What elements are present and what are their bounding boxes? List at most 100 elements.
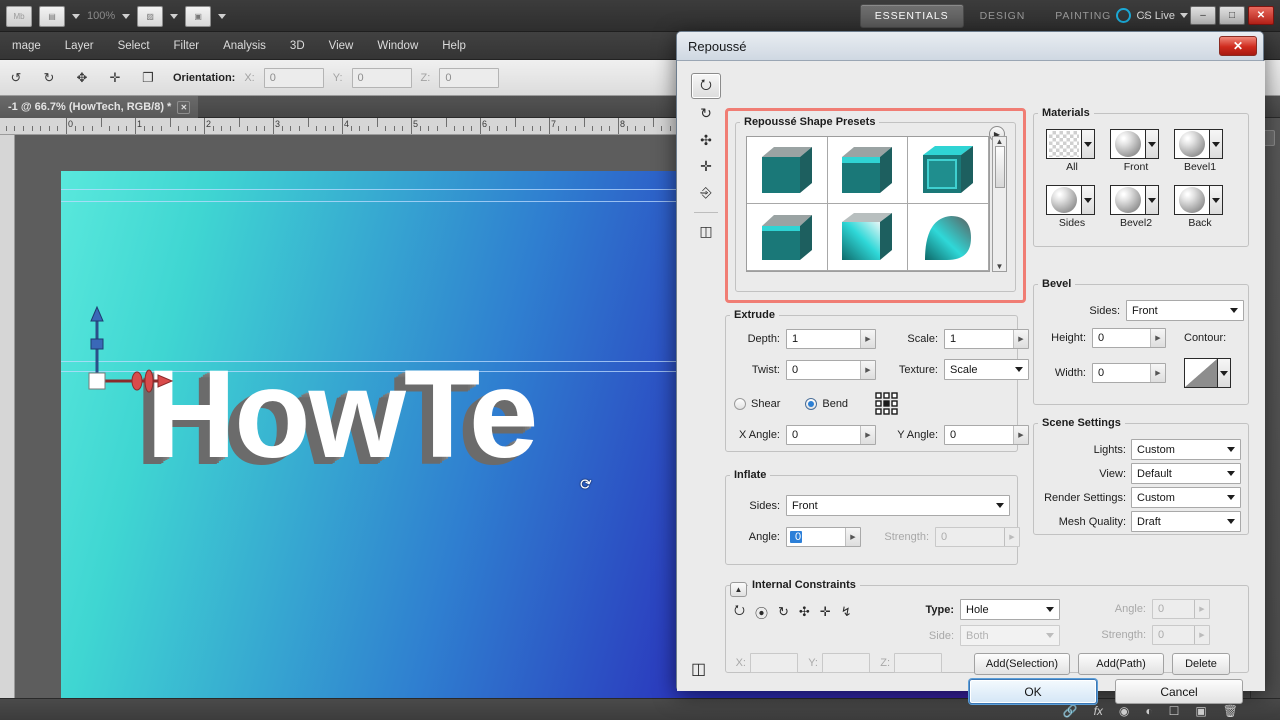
chevron-down-icon[interactable]	[218, 13, 227, 19]
material-sides[interactable]: Sides	[1046, 185, 1098, 229]
workspace-tab-essentials[interactable]: ESSENTIALS	[859, 4, 964, 28]
arrange-documents-button[interactable]: ▣	[185, 5, 212, 27]
scale-value[interactable]: 1	[945, 333, 1013, 345]
orientation-z-input[interactable]: 0	[439, 67, 500, 88]
y-angle-value[interactable]: 0	[945, 429, 1013, 441]
mesh-rotate-tool-icon[interactable]: ⭮	[691, 73, 721, 99]
layer-mask-icon[interactable]: ◉	[1119, 704, 1129, 718]
depth-value[interactable]: 1	[787, 333, 860, 345]
stepper-arrow-icon[interactable]: ▶	[1013, 426, 1028, 444]
anchor-point-grid-icon[interactable]	[874, 391, 900, 417]
add-path-button[interactable]: Add(Path)	[1078, 653, 1164, 675]
x-angle-stepper[interactable]: 0 ▶	[786, 425, 876, 445]
new-layer-icon[interactable]: ▣	[1195, 704, 1206, 718]
preset-item[interactable]	[908, 204, 989, 271]
vertical-ruler[interactable]	[0, 135, 15, 705]
chevron-down-icon[interactable]	[1146, 129, 1159, 159]
material-swatch[interactable]	[1110, 129, 1146, 159]
material-swatch[interactable]	[1174, 129, 1210, 159]
mesh-slide-tool-icon[interactable]: ✛	[691, 155, 721, 178]
layer-style-icon[interactable]: fx	[1094, 704, 1103, 718]
mesh-drag-tool-icon[interactable]: ✥	[70, 67, 94, 89]
twist-value[interactable]: 0	[787, 364, 860, 376]
menu-item-filter[interactable]: Filter	[162, 40, 212, 52]
constraint-slide-icon[interactable]: ✛	[820, 604, 831, 620]
minimize-button[interactable]: –	[1190, 6, 1216, 25]
mesh-scale-tool-icon[interactable]: ❐	[136, 67, 160, 89]
constraint-type-select[interactable]: Hole	[960, 599, 1060, 620]
bevel-height-stepper[interactable]: 0 ▶	[1092, 328, 1166, 348]
stepper-arrow-icon[interactable]: ▶	[1150, 329, 1165, 347]
material-swatch[interactable]	[1046, 129, 1082, 159]
stepper-arrow-icon[interactable]: ▶	[1150, 364, 1165, 382]
inflate-sides-select[interactable]: Front	[786, 495, 1010, 516]
menu-item-3d[interactable]: 3D	[278, 40, 317, 52]
chevron-down-icon[interactable]	[1082, 185, 1095, 215]
constraint-spin-icon[interactable]: ↻	[778, 604, 789, 620]
stepper-arrow-icon[interactable]: ▶	[860, 360, 875, 379]
stepper-arrow-icon[interactable]: ▶	[1013, 330, 1028, 348]
ok-button[interactable]: OK	[969, 679, 1097, 704]
chevron-down-icon[interactable]	[1082, 129, 1095, 159]
chevron-down-icon[interactable]	[72, 13, 80, 19]
bevel-sides-select[interactable]: Front	[1126, 300, 1244, 321]
mesh-roll-tool-icon[interactable]: ↻	[37, 67, 61, 89]
mesh-slide-tool-icon[interactable]: ✛	[103, 67, 127, 89]
view-select[interactable]: Default	[1131, 463, 1241, 484]
chevron-down-icon[interactable]	[170, 13, 179, 19]
document-tab[interactable]: -1 @ 66.7% (HowTech, RGB/8) * ✕	[0, 96, 199, 118]
menu-item-image[interactable]: mage	[0, 40, 53, 52]
collapse-toggle-icon[interactable]: ▲	[730, 582, 747, 597]
presets-scrollbar[interactable]: ▲ ▼	[992, 136, 1007, 272]
delete-constraint-button[interactable]: Delete	[1172, 653, 1230, 675]
material-bevel2[interactable]: Bevel2	[1110, 185, 1162, 229]
menu-item-help[interactable]: Help	[430, 40, 478, 52]
chevron-down-icon[interactable]	[1210, 185, 1223, 215]
constraint-roll-icon[interactable]: ⦿	[755, 603, 768, 622]
preset-grid[interactable]	[746, 136, 990, 272]
material-back[interactable]: Back	[1174, 185, 1226, 229]
scroll-down-icon[interactable]: ▼	[996, 262, 1004, 271]
depth-stepper[interactable]: 1 ▶	[786, 329, 876, 349]
close-button[interactable]: ✕	[1248, 6, 1274, 25]
orientation-y-input[interactable]: 0	[351, 67, 412, 88]
inflate-angle-stepper[interactable]: 0 ▶	[786, 527, 861, 547]
cancel-button[interactable]: Cancel	[1115, 679, 1243, 704]
constraint-drag-icon[interactable]: ✣	[799, 604, 810, 620]
menu-item-analysis[interactable]: Analysis	[211, 40, 278, 52]
render-settings-select[interactable]: Custom	[1131, 487, 1241, 508]
chevron-down-icon[interactable]	[1210, 129, 1223, 159]
screen-mode-button[interactable]: ▨	[137, 5, 164, 27]
view-extras-button[interactable]: ▤	[39, 5, 65, 27]
new-group-icon[interactable]: ☐	[1169, 704, 1180, 718]
texture-select[interactable]: Scale	[944, 359, 1029, 380]
menu-item-select[interactable]: Select	[106, 40, 162, 52]
adjustment-layer-icon[interactable]: ◐	[1145, 704, 1152, 718]
dialog-title-bar[interactable]: Repoussé ✕	[677, 32, 1263, 61]
preset-item[interactable]	[747, 204, 828, 271]
x-angle-value[interactable]: 0	[787, 429, 860, 441]
mesh-drag-tool-icon[interactable]: ✣	[691, 128, 721, 151]
twist-stepper[interactable]: 0 ▶	[786, 359, 876, 380]
shear-radio[interactable]	[734, 398, 746, 410]
bevel-height-value[interactable]: 0	[1093, 332, 1150, 344]
material-all[interactable]: All	[1046, 129, 1098, 173]
scale-stepper[interactable]: 1 ▶	[944, 329, 1029, 349]
scrollbar-thumb[interactable]	[994, 146, 1005, 188]
mesh-rotate-tool-icon[interactable]: ↺	[4, 67, 28, 89]
restore-button[interactable]: □	[1219, 6, 1245, 25]
chevron-down-icon[interactable]	[122, 13, 131, 19]
axis-3d-widget[interactable]	[75, 303, 175, 393]
constraint-path-icon[interactable]: ↯	[841, 604, 852, 620]
material-front[interactable]: Front	[1110, 129, 1162, 173]
stepper-arrow-icon[interactable]: ▶	[845, 528, 860, 546]
dialog-close-button[interactable]: ✕	[1219, 36, 1257, 56]
contour-preview-icon[interactable]	[1184, 358, 1218, 388]
bridge-mb-button[interactable]: Mb	[6, 5, 32, 27]
preset-item[interactable]	[827, 137, 909, 204]
orientation-x-input[interactable]: 0	[263, 67, 324, 88]
chevron-down-icon[interactable]	[1218, 358, 1231, 388]
material-swatch[interactable]	[1174, 185, 1210, 215]
scroll-up-icon[interactable]: ▲	[996, 137, 1004, 146]
bend-radio[interactable]	[805, 398, 818, 410]
